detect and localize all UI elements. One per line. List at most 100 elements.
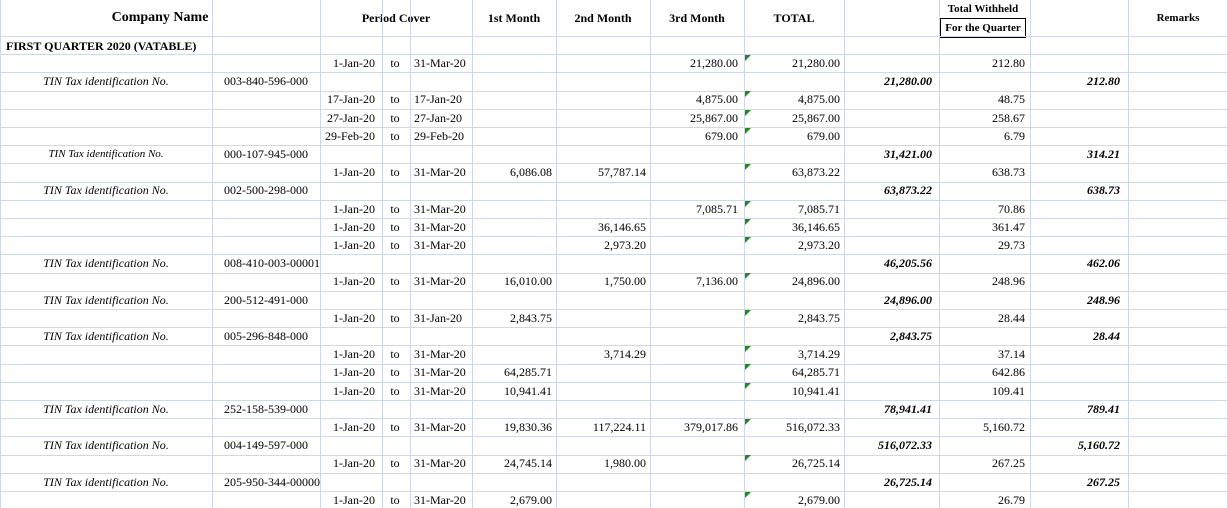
period-from-cell: 29-Feb-20 bbox=[325, 129, 375, 143]
third-month-cell: 4,875.00 bbox=[696, 92, 738, 106]
first-month-cell: 19,830.36 bbox=[504, 420, 552, 434]
second-month-cell: 3,714.29 bbox=[604, 347, 646, 361]
period-to-label: to bbox=[390, 384, 400, 398]
second-month-cell: 1,980.00 bbox=[604, 456, 646, 470]
period-from-cell: 1-Jan-20 bbox=[333, 165, 375, 179]
third-month-cell: 25,867.00 bbox=[690, 111, 738, 125]
error-flag-icon bbox=[745, 110, 751, 116]
third-month-cell: 21,280.00 bbox=[690, 56, 738, 70]
grid-row-line bbox=[0, 364, 1228, 365]
second-month-cell: 1,750.00 bbox=[604, 274, 646, 288]
period-to-label: to bbox=[390, 129, 400, 143]
withheld-cell: 6.79 bbox=[1004, 129, 1025, 143]
second-month-cell: 57,787.14 bbox=[598, 165, 646, 179]
header-company-name: Company Name bbox=[111, 10, 209, 25]
period-to-label: to bbox=[390, 220, 400, 234]
period-from-cell: 1-Jan-20 bbox=[333, 311, 375, 325]
total-cell: 516,072.33 bbox=[786, 420, 840, 434]
total-cell: 10,941.41 bbox=[792, 384, 840, 398]
header-total-withheld-line2: For the Quarter bbox=[940, 18, 1026, 38]
quarter-total-cell: 26,725.14 bbox=[884, 475, 932, 489]
quarter-total-cell: 63,873.22 bbox=[884, 183, 932, 197]
withheld-cell: 26.79 bbox=[998, 493, 1025, 507]
period-to-cell: 17-Jan-20 bbox=[414, 92, 462, 106]
remarks-cell: 28.44 bbox=[1093, 329, 1120, 343]
period-from-cell: 17-Jan-20 bbox=[327, 92, 375, 106]
period-from-cell: 27-Jan-20 bbox=[327, 111, 375, 125]
total-cell: 2,679.00 bbox=[798, 493, 840, 507]
period-to-label: to bbox=[390, 347, 400, 361]
period-to-label: to bbox=[390, 202, 400, 216]
error-flag-icon bbox=[745, 310, 751, 316]
total-cell: 26,725.14 bbox=[792, 456, 840, 470]
period-to-label: to bbox=[390, 274, 400, 288]
total-cell: 36,146.65 bbox=[792, 220, 840, 234]
tin-label: TIN Tax identification No. bbox=[43, 438, 169, 452]
withheld-cell: 642.86 bbox=[992, 365, 1025, 379]
error-flag-icon bbox=[745, 273, 751, 279]
header-third-month: 3rd Month bbox=[669, 11, 725, 25]
tin-number-cell: 008-410-003-00001 bbox=[224, 256, 320, 270]
period-to-label: to bbox=[390, 165, 400, 179]
first-month-cell: 2,843.75 bbox=[510, 311, 552, 325]
error-flag-icon bbox=[745, 346, 751, 352]
period-to-label: to bbox=[390, 420, 400, 434]
withheld-cell: 48.75 bbox=[998, 92, 1025, 106]
second-month-cell: 2,973.20 bbox=[604, 238, 646, 252]
period-to-cell: 27-Jan-20 bbox=[414, 111, 462, 125]
header-remarks: Remarks bbox=[1156, 12, 1200, 24]
withheld-cell: 70.86 bbox=[998, 202, 1025, 216]
remarks-cell: 5,160.72 bbox=[1078, 438, 1120, 452]
period-to-cell: 31-Jan-20 bbox=[414, 311, 462, 325]
period-to-cell: 31-Mar-20 bbox=[414, 220, 466, 234]
remarks-cell: 314.21 bbox=[1087, 147, 1120, 161]
third-month-cell: 7,085.71 bbox=[696, 202, 738, 216]
withheld-cell: 37.14 bbox=[998, 347, 1025, 361]
tin-number-cell: 200-512-491-000 bbox=[224, 293, 308, 307]
period-to-cell: 31-Mar-20 bbox=[414, 347, 466, 361]
tin-label: TIN Tax identification No. bbox=[43, 183, 169, 197]
grid-row-line bbox=[0, 309, 1228, 310]
header-total-withheld: Total Withheld For the Quarter bbox=[939, 0, 1027, 38]
tin-label: TIN Tax identification No. bbox=[43, 293, 169, 307]
period-to-cell: 31-Mar-20 bbox=[414, 56, 466, 70]
period-from-cell: 1-Jan-20 bbox=[333, 384, 375, 398]
total-cell: 24,896.00 bbox=[792, 274, 840, 288]
second-month-cell: 36,146.65 bbox=[598, 220, 646, 234]
tin-number-cell: 003-840-596-000 bbox=[224, 74, 308, 88]
period-to-label: to bbox=[390, 311, 400, 325]
error-flag-icon bbox=[745, 91, 751, 97]
period-to-cell: 31-Mar-20 bbox=[414, 456, 466, 470]
error-flag-icon bbox=[745, 419, 751, 425]
grid-row-line bbox=[0, 491, 1228, 492]
remarks-cell: 462.06 bbox=[1087, 256, 1120, 270]
tin-label: TIN Tax identification No. bbox=[43, 256, 169, 270]
period-to-label: to bbox=[390, 111, 400, 125]
remarks-cell: 248.96 bbox=[1087, 293, 1120, 307]
total-cell: 25,867.00 bbox=[792, 111, 840, 125]
period-to-cell: 31-Mar-20 bbox=[414, 165, 466, 179]
first-month-cell: 16,010.00 bbox=[504, 274, 552, 288]
withheld-cell: 638.73 bbox=[992, 165, 1025, 179]
error-flag-icon bbox=[745, 128, 751, 134]
first-month-cell: 10,941.41 bbox=[504, 384, 552, 398]
remarks-cell: 638.73 bbox=[1087, 183, 1120, 197]
period-from-cell: 1-Jan-20 bbox=[333, 274, 375, 288]
period-from-cell: 1-Jan-20 bbox=[333, 347, 375, 361]
quarter-total-cell: 78,941.41 bbox=[884, 402, 932, 416]
quarter-total-cell: 2,843.75 bbox=[890, 329, 932, 343]
total-cell: 7,085.71 bbox=[798, 202, 840, 216]
header-total-withheld-line1: Total Withheld bbox=[947, 3, 1019, 15]
error-flag-icon bbox=[745, 455, 751, 461]
third-month-cell: 7,136.00 bbox=[696, 274, 738, 288]
withheld-cell: 28.44 bbox=[998, 311, 1025, 325]
tin-number-cell: 252-158-539-000 bbox=[224, 402, 308, 416]
grid-row-line bbox=[0, 54, 1228, 55]
first-month-cell: 24,745.14 bbox=[504, 456, 552, 470]
period-to-label: to bbox=[390, 92, 400, 106]
quarter-total-cell: 31,421.00 bbox=[884, 147, 932, 161]
period-to-cell: 31-Mar-20 bbox=[414, 238, 466, 252]
remarks-cell: 267.25 bbox=[1087, 475, 1120, 489]
grid-row-line bbox=[0, 127, 1228, 128]
error-flag-icon bbox=[745, 201, 751, 207]
